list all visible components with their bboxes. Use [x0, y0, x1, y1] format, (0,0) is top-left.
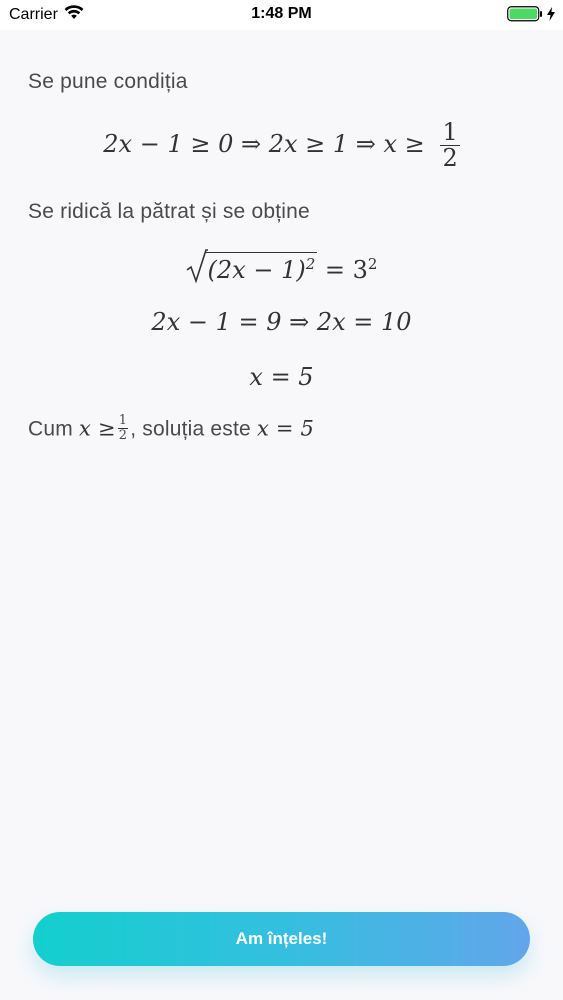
fraction-denominator: 2 — [442, 144, 458, 173]
inline-fraction-denominator: 2 — [118, 427, 128, 443]
condition-equation: 2x − 1 ≥ 0 ⇒ 2x ≥ 1 ⇒ x ≥ 1 2 — [0, 118, 563, 173]
conclusion-suffix: , soluția este — [130, 417, 251, 441]
squared-rhs: = 32 — [324, 255, 378, 284]
radical-sign-icon — [186, 249, 208, 284]
squaring-intro-text: Se ridică la pătrat și se obține — [28, 200, 310, 223]
radicand: (2x − 1)2 — [205, 252, 318, 284]
conclusion-condition: x ≥ — [79, 416, 116, 441]
rhs-exponent: 2 — [367, 255, 378, 273]
solution-equation: x = 5 — [249, 363, 314, 391]
conclusion-result: x = 5 — [256, 416, 315, 441]
understood-button[interactable]: Am înțeles! — [33, 912, 530, 966]
inline-fraction-numerator: 1 — [117, 413, 129, 429]
charging-bolt-icon — [547, 7, 555, 26]
squared-equation: (2x − 1)2 = 32 — [0, 249, 563, 284]
square-root: (2x − 1)2 — [186, 249, 318, 284]
inline-half-fraction: 1 2 — [117, 413, 129, 443]
conclusion-prefix: Cum — [28, 417, 73, 441]
status-time: 1:48 PM — [251, 5, 312, 22]
status-bar: Carrier 1:48 PM — [0, 0, 563, 30]
condition-intro-text: Se pune condiția — [28, 70, 188, 93]
condition-expression: 2x − 1 ≥ 0 ⇒ 2x ≥ 1 ⇒ x ≥ — [103, 130, 425, 159]
conclusion-text: Cum x ≥ 1 2 , soluția este x = 5 — [28, 413, 315, 444]
radicand-base: (2x − 1) — [207, 256, 306, 284]
rhs-base: = 3 — [324, 256, 368, 284]
battery-icon — [507, 6, 543, 27]
radicand-exponent: 2 — [305, 255, 316, 273]
half-fraction: 1 2 — [440, 118, 460, 173]
linear-equation: 2x − 1 = 9 ⇒ 2x = 10 — [151, 308, 412, 336]
status-right — [507, 6, 555, 27]
fraction-numerator: 1 — [440, 118, 460, 147]
